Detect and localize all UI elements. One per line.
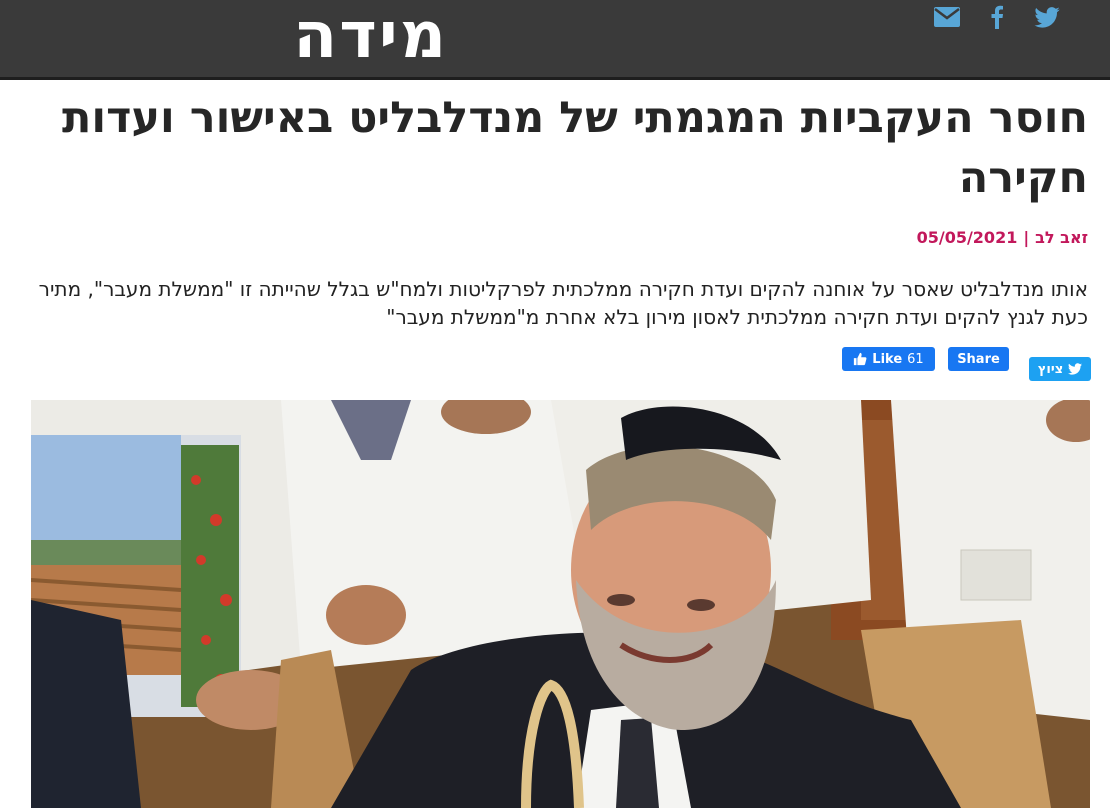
email-icon[interactable] — [932, 0, 962, 34]
twitter-bird-icon — [1068, 363, 1083, 375]
like-count: 61 — [907, 351, 924, 367]
article-hero-image — [31, 400, 1090, 808]
article-byline: זאב לב | 05/05/2021 — [917, 228, 1088, 247]
tweet-label: ציוץ — [1037, 361, 1064, 377]
thumbs-up-icon — [854, 352, 867, 366]
byline-separator: | — [1023, 228, 1030, 247]
facebook-share-button[interactable]: Share — [948, 347, 1009, 371]
publish-date: 05/05/2021 — [916, 228, 1018, 247]
tweet-button[interactable]: ציוץ — [1029, 357, 1091, 381]
site-header: מידה — [0, 0, 1110, 80]
author-name[interactable]: זאב לב — [1035, 228, 1088, 247]
site-logo[interactable]: מידה — [293, 2, 448, 70]
like-label: Like — [872, 351, 903, 367]
share-label: Share — [957, 351, 1000, 367]
facebook-icon[interactable] — [986, 0, 1008, 34]
twitter-icon[interactable] — [1032, 0, 1062, 34]
article-title: חוסר העקביות המגמתי של מנדלבליט באישור ו… — [62, 93, 1088, 203]
facebook-like-button[interactable]: Like 61 — [842, 347, 935, 371]
article-summary: אותו מנדלבליט שאסר על אוחנה להקים ועדת ח… — [38, 277, 1088, 329]
